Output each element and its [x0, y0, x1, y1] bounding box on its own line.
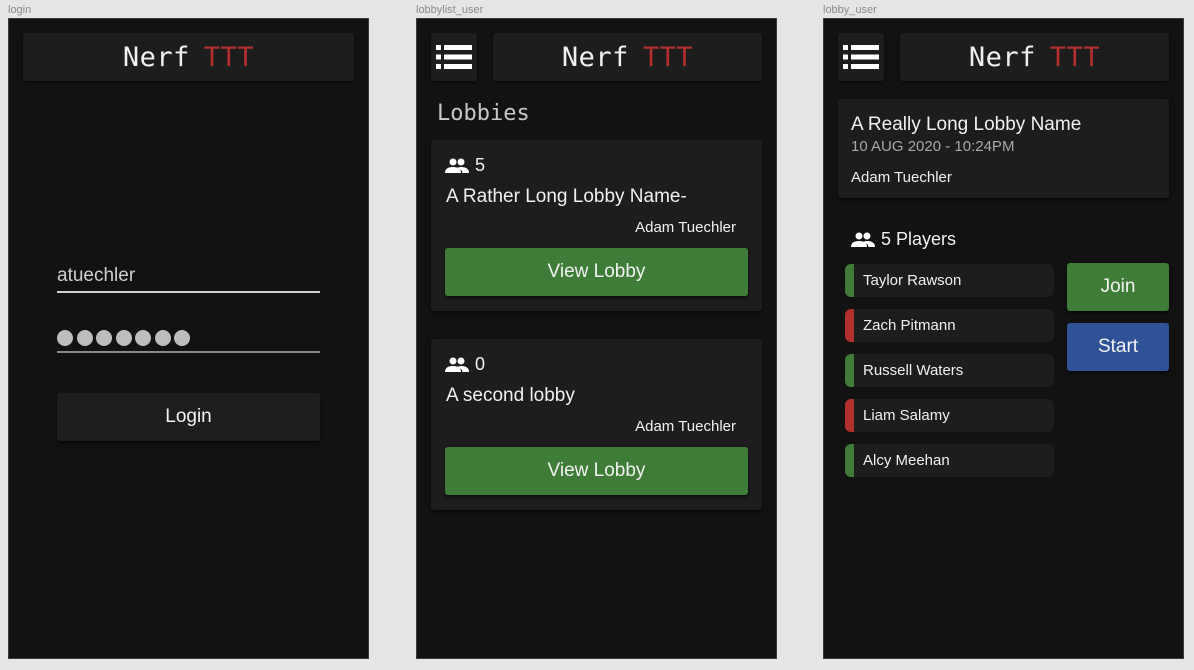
player-count-value: 0: [475, 354, 486, 374]
username-value: atuechler: [57, 265, 136, 286]
password-underline: [57, 351, 320, 353]
list-menu-icon: [436, 45, 472, 69]
app-header: Nerf TTT: [900, 33, 1169, 81]
join-button[interactable]: Join: [1067, 263, 1169, 311]
lobby-title: A Really Long Lobby Name: [851, 114, 1082, 135]
lobby-owner: Adam Tuechler: [635, 219, 736, 236]
player-name: Alcy Meehan: [863, 452, 950, 469]
player-row: Zach Pitmann: [845, 309, 1054, 342]
frame-label-lobby: lobby_user: [823, 4, 877, 16]
start-button[interactable]: Start: [1067, 323, 1169, 371]
player-count-value: 5: [475, 155, 486, 175]
menu-button[interactable]: [431, 33, 477, 81]
app-title-nerf: Nerf: [561, 41, 629, 73]
player-status-ready: [845, 264, 854, 297]
frame-label-lobbylist: lobbylist_user: [416, 4, 484, 16]
app-title-nerf: Nerf: [968, 41, 1036, 73]
player-row: Russell Waters: [845, 354, 1054, 387]
lobbylist-screen: Nerf TTT Lobbies 5 A Rather Long Lobby Na…: [416, 18, 777, 659]
group-people-icon: [445, 357, 469, 372]
app-title-ttt: TTT: [1049, 41, 1101, 73]
lobby-screen: Nerf TTT A Really Long Lobby Name 10 AUG …: [823, 18, 1184, 659]
password-field[interactable]: [57, 330, 320, 353]
player-row: Taylor Rawson: [845, 264, 1054, 297]
lobby-owner: Adam Tuechler: [851, 169, 952, 186]
username-underline: [57, 291, 320, 293]
list-menu-icon: [843, 45, 879, 69]
app-title-ttt: TTT: [203, 41, 255, 73]
lobby-card: 5 A Rather Long Lobby Name- Adam Tuechle…: [431, 140, 762, 311]
lobby-name: A Rather Long Lobby Name-: [446, 186, 687, 207]
lobby-info-card: A Really Long Lobby Name 10 AUG 2020 - 1…: [838, 99, 1169, 198]
login-button[interactable]: Login: [57, 393, 320, 441]
view-lobby-button[interactable]: View Lobby: [445, 447, 748, 495]
lobbies-heading: Lobbies: [437, 101, 530, 126]
app-header: Nerf TTT: [23, 33, 354, 81]
player-status-ready: [845, 354, 854, 387]
lobby-owner: Adam Tuechler: [635, 418, 736, 435]
player-name: Zach Pitmann: [863, 317, 956, 334]
player-row: Alcy Meehan: [845, 444, 1054, 477]
app-header: Nerf TTT: [493, 33, 762, 81]
lobby-card: 0 A second lobby Adam Tuechler View Lobb…: [431, 339, 762, 510]
player-name: Taylor Rawson: [863, 272, 962, 289]
view-lobby-button[interactable]: View Lobby: [445, 248, 748, 296]
app-title-nerf: Nerf: [122, 41, 190, 73]
players-heading: 5 Players: [851, 229, 956, 250]
players-count-label: 5 Players: [881, 229, 957, 249]
player-count: 5: [445, 155, 485, 176]
group-people-icon: [445, 158, 469, 173]
password-mask: [57, 330, 320, 351]
player-status-not-ready: [845, 399, 854, 432]
menu-button[interactable]: [838, 33, 884, 81]
frame-label-login: login: [8, 4, 32, 16]
app-title-ttt: TTT: [642, 41, 694, 73]
login-screen: Nerf TTT atuechler Login: [8, 18, 369, 659]
player-row: Liam Salamy: [845, 399, 1054, 432]
player-name: Russell Waters: [863, 362, 964, 379]
lobby-name: A second lobby: [446, 385, 575, 406]
lobby-date: 10 AUG 2020 - 10:24PM: [851, 138, 1015, 155]
player-count: 0: [445, 354, 485, 375]
group-people-icon: [851, 232, 875, 247]
username-field[interactable]: atuechler: [57, 265, 320, 293]
player-status-ready: [845, 444, 854, 477]
player-status-not-ready: [845, 309, 854, 342]
player-name: Liam Salamy: [863, 407, 950, 424]
